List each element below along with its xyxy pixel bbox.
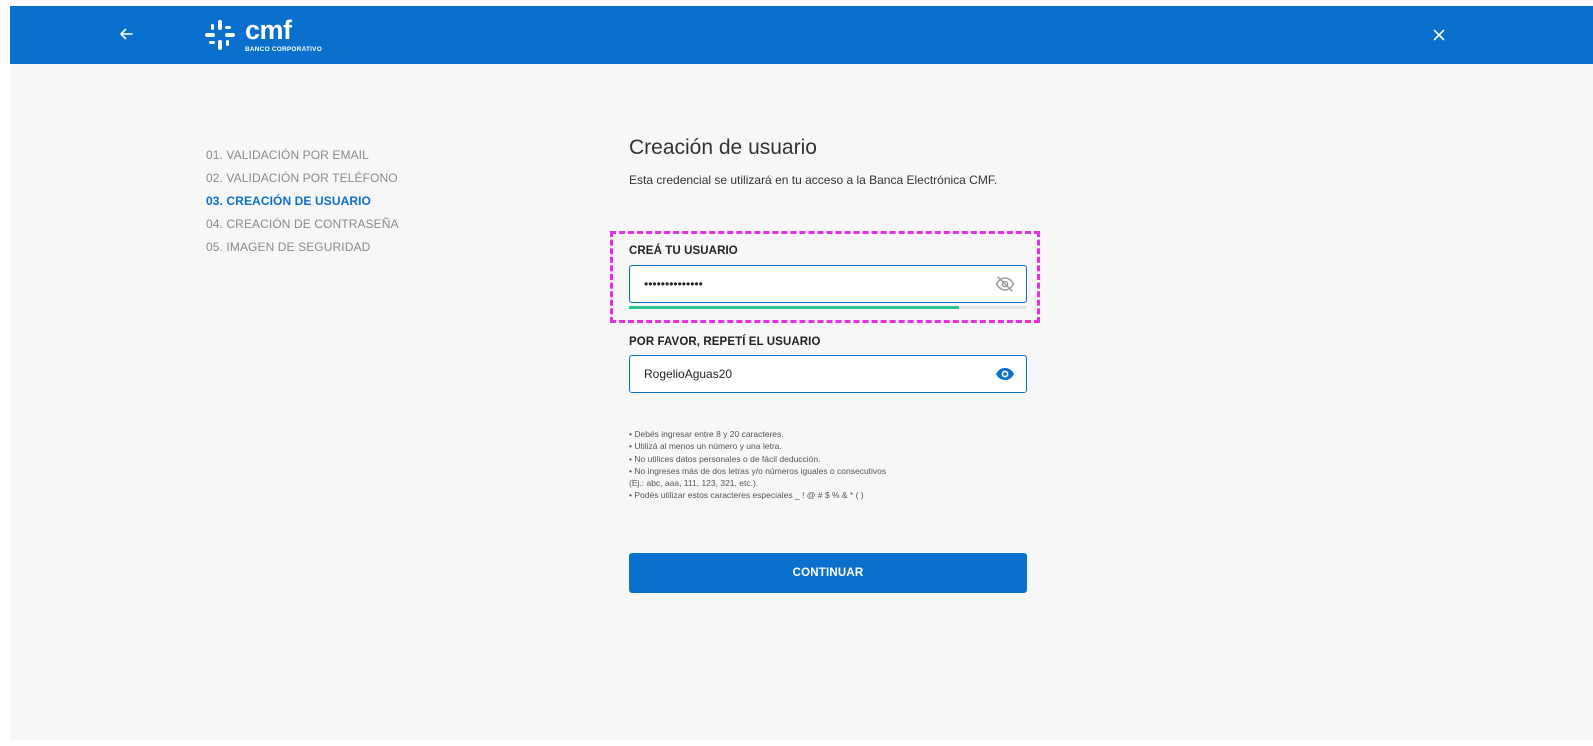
username-strength-meter xyxy=(629,306,1027,309)
brand-logo: cmf BANCO CORPORATIVO xyxy=(203,12,322,58)
username-strength-fill xyxy=(629,306,960,309)
page-title: Creación de usuario xyxy=(629,136,817,159)
page-subtitle: Esta credencial se utilizará en tu acces… xyxy=(629,173,998,187)
form-header: Creación de usuario Esta credencial se u… xyxy=(629,134,1049,188)
close-button[interactable] xyxy=(1428,24,1450,46)
repeat-username-field-box xyxy=(629,355,1027,393)
username-input[interactable] xyxy=(630,266,994,302)
toggle-visibility-button[interactable] xyxy=(994,273,1016,295)
back-button[interactable] xyxy=(114,22,138,46)
app-window: cmf BANCO CORPORATIVO 01. VALIDACIÓN POR… xyxy=(10,6,1593,740)
step-item: 01. VALIDACIÓN POR EMAIL xyxy=(206,148,369,162)
rule-item: • No ingreses más de dos letras y/o núme… xyxy=(629,465,887,476)
username-rules: • Debés ingresar entre 8 y 20 caracteres… xyxy=(629,428,1029,502)
brand-name: cmf xyxy=(245,14,292,45)
brand-subtitle: BANCO CORPORATIVO xyxy=(245,45,322,53)
step-item: 05. IMAGEN DE SEGURIDAD xyxy=(206,240,371,254)
repeat-username-input[interactable] xyxy=(630,356,994,392)
step-item: 02. VALIDACIÓN POR TELÉFONO xyxy=(206,171,398,185)
top-bar: cmf BANCO CORPORATIVO xyxy=(10,6,1593,64)
step-list: 01. VALIDACIÓN POR EMAIL 02. VALIDACIÓN … xyxy=(206,146,399,261)
step-item: 04. CREACIÓN DE CONTRASEÑA xyxy=(206,217,399,231)
rule-item: • Debés ingresar entre 8 y 20 caracteres… xyxy=(629,429,784,439)
eye-icon xyxy=(996,368,1014,380)
rule-item: • No utilices datos personales o de fáci… xyxy=(629,453,821,464)
eye-off-icon xyxy=(995,276,1015,292)
username-field-box xyxy=(629,265,1027,303)
toggle-visibility-button[interactable] xyxy=(994,363,1016,385)
rule-item: (Ej.: abc, aaa, 111, 123, 321, etc.). xyxy=(629,478,759,489)
step-item-active: 03. CREACIÓN DE USUARIO xyxy=(206,194,371,208)
cmf-logo-mark-icon xyxy=(205,20,235,50)
repeat-username-label: POR FAVOR, REPETÍ EL USUARIO xyxy=(629,336,821,348)
arrow-left-icon xyxy=(120,28,133,40)
rule-item: • Podés utilizar estos caracteres especi… xyxy=(629,490,864,501)
continue-button[interactable]: CONTINUAR xyxy=(629,553,1027,593)
username-label: CREÁ TU USUARIO xyxy=(629,245,738,257)
close-icon xyxy=(1433,29,1445,41)
rule-item: • Utilizá al menos un número y una letra… xyxy=(629,441,782,452)
